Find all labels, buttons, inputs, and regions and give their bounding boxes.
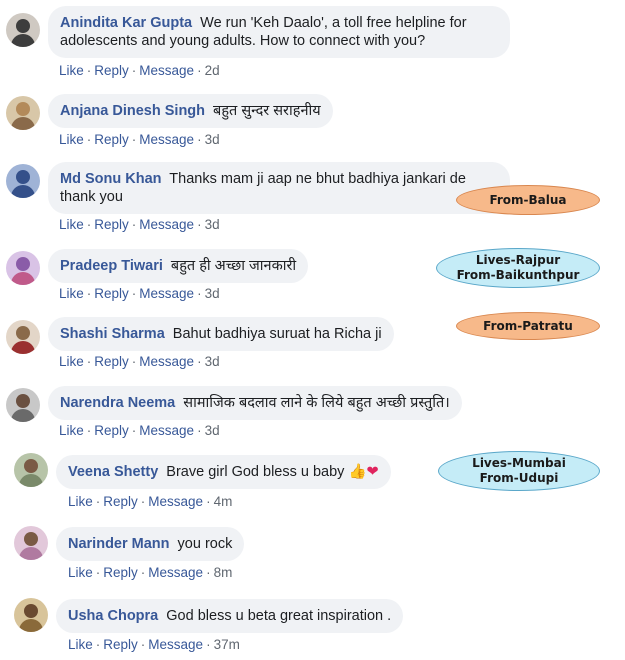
- timestamp[interactable]: 3d: [205, 217, 220, 232]
- thumbs-up-icon: 👍: [348, 464, 367, 480]
- like-link[interactable]: Like: [59, 286, 84, 301]
- commenter-name[interactable]: Md Sonu Khan: [60, 171, 162, 187]
- comment-actions: Like · Reply · Message · 3d: [59, 354, 220, 369]
- like-link[interactable]: Like: [68, 637, 93, 652]
- location-tag-patratu: From-Patratu: [456, 312, 600, 340]
- message-link[interactable]: Message: [148, 637, 203, 652]
- comment-bubble: Anindita Kar Gupta We run 'Keh Daalo', a…: [48, 6, 510, 58]
- like-link[interactable]: Like: [68, 565, 93, 580]
- timestamp[interactable]: 37m: [214, 637, 240, 652]
- comment-text: you rock: [177, 536, 233, 552]
- like-link[interactable]: Like: [59, 354, 84, 369]
- reply-link[interactable]: Reply: [94, 286, 129, 301]
- commenter-name[interactable]: Shashi Sharma: [60, 326, 165, 342]
- timestamp[interactable]: 2d: [205, 63, 220, 78]
- avatar[interactable]: [6, 164, 40, 198]
- reply-link[interactable]: Reply: [103, 637, 138, 652]
- comment-bubble: Usha Chopra God bless u beta great inspi…: [56, 599, 404, 633]
- reply-link[interactable]: Reply: [103, 565, 138, 580]
- avatar[interactable]: [6, 320, 40, 354]
- avatar[interactable]: [14, 598, 48, 632]
- comment-text: बहुत सुन्दर सराहनीय: [213, 103, 321, 119]
- reply-link[interactable]: Reply: [94, 217, 129, 232]
- avatar[interactable]: [6, 96, 40, 130]
- commenter-name[interactable]: Usha Chopra: [68, 608, 158, 624]
- commenter-name[interactable]: Pradeep Tiwari: [60, 258, 163, 274]
- reply-link[interactable]: Reply: [94, 354, 129, 369]
- comment-bubble: Pradeep Tiwari बहुत ही अच्छा जानकारी: [48, 249, 309, 283]
- comment-bubble: Narendra Neema सामाजिक बदलाव लाने के लिय…: [48, 386, 462, 420]
- reply-link[interactable]: Reply: [103, 494, 138, 509]
- comment-bubble: Shashi Sharma Bahut badhiya suruat ha Ri…: [48, 317, 394, 351]
- comment-bubble: Anjana Dinesh Singh बहुत सुन्दर सराहनीय: [48, 94, 333, 128]
- message-link[interactable]: Message: [139, 217, 194, 232]
- avatar[interactable]: [14, 453, 48, 487]
- location-tag-rajpur: Lives-Rajpur From-Baikunthpur: [436, 248, 600, 288]
- avatar[interactable]: [6, 251, 40, 285]
- message-link[interactable]: Message: [148, 565, 203, 580]
- message-link[interactable]: Message: [139, 354, 194, 369]
- message-link[interactable]: Message: [139, 63, 194, 78]
- avatar[interactable]: [6, 13, 40, 47]
- reply-link[interactable]: Reply: [94, 423, 129, 438]
- avatar[interactable]: [14, 526, 48, 560]
- commenter-name[interactable]: Anjana Dinesh Singh: [60, 103, 205, 119]
- comment-text: बहुत ही अच्छा जानकारी: [170, 258, 297, 274]
- commenter-name[interactable]: Narinder Mann: [68, 536, 170, 552]
- comment-actions: Like · Reply · Message · 3d: [59, 423, 220, 438]
- comment-text: सामाजिक बदलाव लाने के लिये बहुत अच्छी प्…: [183, 395, 450, 411]
- comment-text: God bless u beta great inspiration .: [166, 608, 392, 624]
- timestamp[interactable]: 8m: [214, 565, 233, 580]
- comment-actions: Like · Reply · Message · 3d: [59, 132, 220, 147]
- timestamp[interactable]: 4m: [214, 494, 233, 509]
- location-tag-mumbai: Lives-Mumbai From-Udupi: [438, 451, 600, 491]
- message-link[interactable]: Message: [148, 494, 203, 509]
- comment-actions: Like · Reply · Message · 8m: [68, 565, 233, 580]
- reply-link[interactable]: Reply: [94, 132, 129, 147]
- commenter-name[interactable]: Veena Shetty: [68, 464, 158, 480]
- message-link[interactable]: Message: [139, 132, 194, 147]
- heart-icon: ❤: [366, 464, 379, 480]
- comment-bubble: Md Sonu Khan Thanks mam ji aap ne bhut b…: [48, 162, 510, 214]
- like-link[interactable]: Like: [59, 132, 84, 147]
- timestamp[interactable]: 3d: [205, 286, 220, 301]
- timestamp[interactable]: 3d: [205, 423, 220, 438]
- commenter-name[interactable]: Anindita Kar Gupta: [60, 15, 192, 31]
- message-link[interactable]: Message: [139, 423, 194, 438]
- timestamp[interactable]: 3d: [205, 354, 220, 369]
- reply-link[interactable]: Reply: [94, 63, 129, 78]
- comment-bubble: Narinder Mann you rock: [56, 527, 245, 561]
- message-link[interactable]: Message: [139, 286, 194, 301]
- comment-text: Brave girl God bless u baby: [166, 464, 345, 480]
- like-link[interactable]: Like: [59, 423, 84, 438]
- timestamp[interactable]: 3d: [205, 132, 220, 147]
- location-tag-balua: From-Balua: [456, 185, 600, 215]
- commenter-name[interactable]: Narendra Neema: [60, 395, 175, 411]
- comment-actions: Like · Reply · Message · 3d: [59, 217, 220, 232]
- comment-text: Bahut badhiya suruat ha Richa ji: [172, 326, 382, 342]
- like-link[interactable]: Like: [68, 494, 93, 509]
- like-link[interactable]: Like: [59, 217, 84, 232]
- comment-actions: Like · Reply · Message · 37m: [68, 637, 240, 652]
- comment-bubble: Veena Shetty Brave girl God bless u baby…: [56, 455, 391, 489]
- comment-actions: Like · Reply · Message · 4m: [68, 494, 233, 509]
- comment-actions: Like · Reply · Message · 3d: [59, 286, 220, 301]
- avatar[interactable]: [6, 388, 40, 422]
- like-link[interactable]: Like: [59, 63, 84, 78]
- comment-actions: Like · Reply · Message · 2d: [59, 63, 220, 78]
